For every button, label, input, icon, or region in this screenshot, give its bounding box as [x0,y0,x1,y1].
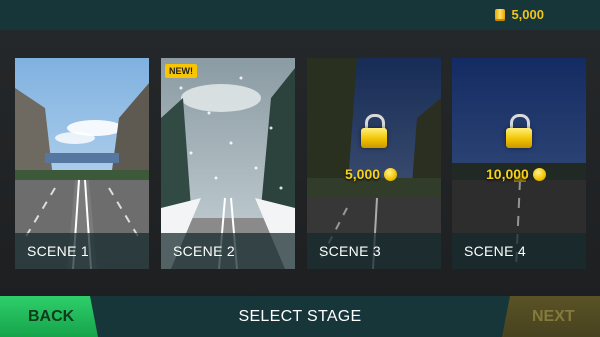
scene-list: SCENE 1 NEW! SCENE 2 5,000 SCENE 3 10,00… [15,58,586,269]
next-button-label: NEXT [532,308,575,325]
scene-card-3[interactable]: 5,000 SCENE 3 [307,58,441,269]
stage-select-screen: 5,000 SCENE 1 NEW! SCENE 2 5,000 SCENE 3… [0,0,600,337]
scene-card-4[interactable]: 10,000 SCENE 4 [452,58,586,269]
coin-balance: 5,000 [495,7,544,22]
scene-label: SCENE 4 [464,243,527,259]
scene-card-2[interactable]: NEW! SCENE 2 [161,58,295,269]
coin-icon [384,167,398,181]
top-bar: 5,000 [0,0,600,30]
unlock-price-value: 5,000 [345,166,381,182]
scene-label: SCENE 1 [27,243,90,259]
next-button[interactable]: NEXT [502,296,600,337]
unlock-price: 5,000 [345,166,398,182]
unlock-price: 10,000 [486,166,546,182]
scene-label: SCENE 3 [319,243,382,259]
scene-card-1[interactable]: SCENE 1 [15,58,149,269]
padlock-icon [361,114,387,148]
coin-stack-icon [495,8,506,21]
padlock-icon [506,114,532,148]
coin-icon [532,167,546,181]
bottom-bar: BACK SELECT STAGE NEXT [0,296,600,337]
coin-balance-value: 5,000 [511,7,544,22]
new-badge: NEW! [165,64,197,78]
unlock-price-value: 10,000 [486,166,529,182]
scene-label: SCENE 2 [173,243,236,259]
